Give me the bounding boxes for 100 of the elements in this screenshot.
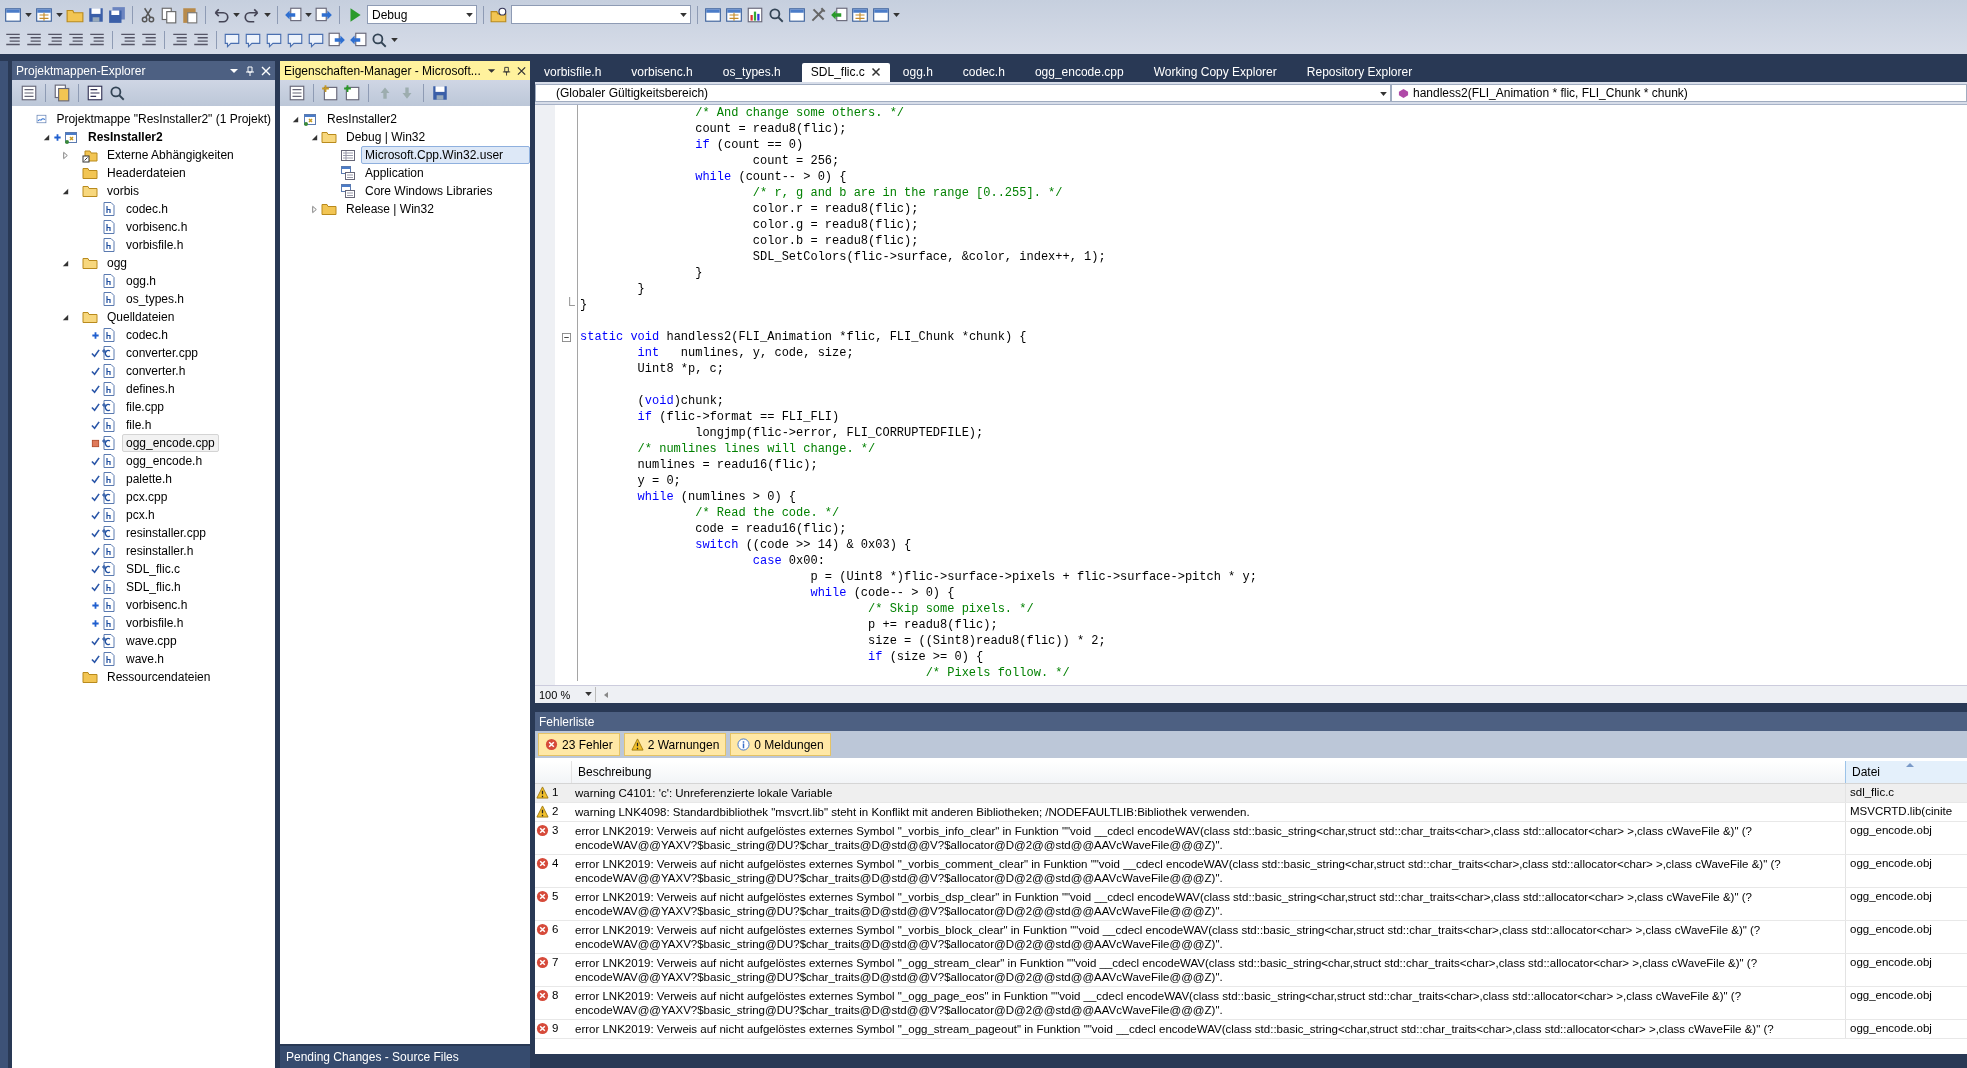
- window-icon[interactable]: [872, 5, 890, 24]
- filter-toggle[interactable]: 2 Warnungen: [623, 733, 727, 756]
- collapse-icon[interactable]: [562, 332, 571, 342]
- expander-icon[interactable]: [41, 132, 51, 142]
- expander-icon[interactable]: [60, 186, 70, 196]
- view-code-icon[interactable]: [86, 84, 104, 102]
- tree-item[interactable]: Debug | Win32: [342, 128, 430, 146]
- tree-item[interactable]: ogg_encode.h: [122, 452, 207, 470]
- filter-toggle[interactable]: 0 Meldungen: [730, 733, 831, 756]
- close-icon[interactable]: [870, 67, 881, 77]
- caret-icon[interactable]: [56, 12, 63, 17]
- tree-item[interactable]: SDL_flic.h: [122, 578, 185, 596]
- tree-item[interactable]: Ressourcendateien: [103, 668, 215, 686]
- pending-changes-tab[interactable]: Pending Changes - Source Files: [280, 1046, 530, 1068]
- tree-item[interactable]: converter.cpp: [122, 344, 203, 362]
- tree-item[interactable]: Core Windows Libraries: [361, 182, 497, 200]
- tree-item[interactable]: Headerdateien: [103, 164, 190, 182]
- left-arrow-icon[interactable]: [284, 5, 302, 24]
- error-row[interactable]: [535, 1020, 1967, 1039]
- left-arrow-icon[interactable]: [830, 5, 848, 24]
- tree-item[interactable]: Quelldateien: [103, 308, 179, 326]
- error-row[interactable]: [535, 921, 1967, 954]
- tree-item[interactable]: pcx.cpp: [122, 488, 172, 506]
- paste-icon[interactable]: [181, 5, 199, 24]
- properties-icon[interactable]: [288, 84, 306, 102]
- left-arrow-icon[interactable]: [349, 30, 367, 49]
- tree-item[interactable]: ogg_encode.cpp: [122, 434, 219, 452]
- configuration-dropdown[interactable]: Debug: [367, 5, 477, 24]
- save-icon[interactable]: [87, 5, 105, 24]
- add-existing-sheet-icon[interactable]: [343, 84, 361, 102]
- caret-icon[interactable]: [233, 12, 240, 17]
- tree-item[interactable]: vorbisenc.h: [122, 218, 192, 236]
- tree-item[interactable]: os_types.h: [122, 290, 189, 308]
- document-tab[interactable]: vorbisfile.h: [535, 63, 611, 82]
- tree-item[interactable]: Microsoft.Cpp.Win32.user: [361, 146, 530, 164]
- tools-icon[interactable]: [809, 5, 827, 24]
- save-icon[interactable]: [431, 84, 449, 102]
- tree-item[interactable]: converter.h: [122, 362, 190, 380]
- tree-item[interactable]: ResInstaller2: [323, 110, 402, 128]
- caret-icon[interactable]: [893, 12, 900, 17]
- document-tab[interactable]: Working Copy Explorer: [1144, 63, 1286, 82]
- tree-item[interactable]: resinstaller.h: [122, 542, 198, 560]
- document-tab[interactable]: SDL_flic.c: [801, 63, 890, 82]
- tree-item[interactable]: ogg.h: [122, 272, 161, 290]
- chart-icon[interactable]: [746, 5, 764, 24]
- grid-icon[interactable]: [725, 5, 743, 24]
- tree-item[interactable]: vorbisenc.h: [122, 596, 192, 614]
- search-icon[interactable]: [108, 84, 126, 102]
- error-row[interactable]: 2 warning LNK4098: Standardbibliothek "msvcrt.lib" steht in Konflikt mit anderen Bibliotheken; /NODEFAULTLIB:Bibliothek verwenden. MSVCRTD.lib(cinite: [535, 803, 1967, 822]
- tree-item[interactable]: Externe Abhängigkeiten: [103, 146, 238, 164]
- find-combo-field[interactable]: [511, 5, 691, 24]
- expander-icon[interactable]: [60, 312, 70, 322]
- filter-toggle[interactable]: 23 Fehler: [538, 733, 620, 756]
- folder-search-icon[interactable]: [490, 5, 508, 24]
- close-icon[interactable]: [516, 65, 526, 76]
- member-dropdown[interactable]: handless2(FLI_Animation * flic, FLI_Chunk * chunk): [1391, 84, 1967, 102]
- error-row[interactable]: [535, 987, 1967, 1020]
- scroll-left-icon[interactable]: [602, 689, 610, 700]
- show-files-icon[interactable]: [53, 84, 71, 102]
- document-tab[interactable]: os_types.h: [713, 63, 790, 82]
- error-row[interactable]: [535, 954, 1967, 987]
- pin-icon[interactable]: [501, 65, 511, 76]
- expander-icon[interactable]: [309, 132, 319, 142]
- document-tab[interactable]: ogg_encode.cpp: [1025, 63, 1133, 82]
- add-sheet-icon[interactable]: [321, 84, 339, 102]
- tree-item[interactable]: ResInstaller2: [84, 128, 167, 146]
- tree-item[interactable]: defines.h: [122, 380, 179, 398]
- tree-item[interactable]: codec.h: [122, 326, 173, 344]
- scope-dropdown[interactable]: (Globaler Gültigkeitsbereich): [535, 84, 1391, 102]
- properties-icon[interactable]: [20, 84, 38, 102]
- tree-item[interactable]: vorbis: [103, 182, 143, 200]
- tree-item[interactable]: file.h: [122, 416, 156, 434]
- tree-item[interactable]: vorbisfile.h: [122, 614, 188, 632]
- expander-icon[interactable]: [290, 114, 300, 124]
- tree-item[interactable]: Application: [361, 164, 428, 182]
- caret-icon[interactable]: [25, 12, 32, 17]
- window-icon[interactable]: [4, 5, 22, 24]
- tree-item[interactable]: palette.h: [122, 470, 177, 488]
- document-tab[interactable]: Repository Explorer: [1297, 63, 1422, 82]
- expander-icon[interactable]: [60, 258, 70, 268]
- document-tab[interactable]: vorbisenc.h: [622, 63, 702, 82]
- tree-item[interactable]: vorbisfile.h: [122, 236, 188, 254]
- tree-item[interactable]: resinstaller.cpp: [122, 524, 211, 542]
- tree-item[interactable]: codec.h: [122, 200, 173, 218]
- copy-icon[interactable]: [160, 5, 178, 24]
- right-arrow-icon[interactable]: [328, 30, 346, 49]
- tree-item[interactable]: Projektmappe "ResInstaller2" (1 Projekt): [52, 110, 275, 128]
- error-row[interactable]: [535, 888, 1967, 921]
- right-arrow-icon[interactable]: [315, 5, 333, 24]
- window-icon[interactable]: [788, 5, 806, 24]
- grid-icon[interactable]: [35, 5, 53, 24]
- error-row[interactable]: [535, 822, 1967, 855]
- tree-item[interactable]: ogg: [103, 254, 132, 272]
- tree-item[interactable]: SDL_flic.c: [122, 560, 185, 578]
- window-icon[interactable]: [704, 5, 722, 24]
- error-row[interactable]: 1 warning C4101: 'c': Unreferenzierte lokale Variable sdl_flic.c: [535, 784, 1967, 803]
- column-header[interactable]: Datei: [1845, 761, 1967, 783]
- grid-icon[interactable]: [851, 5, 869, 24]
- tree-item[interactable]: pcx.h: [122, 506, 159, 524]
- tree-item[interactable]: file.cpp: [122, 398, 169, 416]
